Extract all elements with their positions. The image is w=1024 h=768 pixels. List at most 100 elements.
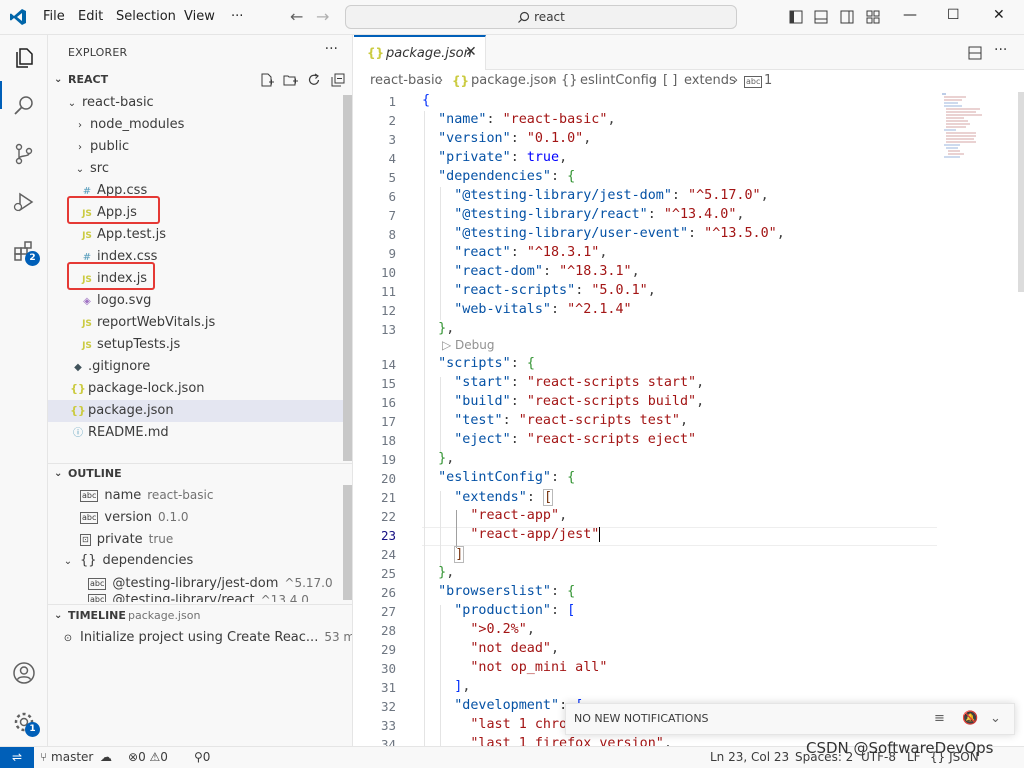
sync-icon[interactable]: ☁	[100, 747, 112, 768]
editor-tabs: {} package.json ✕ ···	[354, 35, 1024, 70]
outline-item-value: ^5.17.0	[284, 576, 333, 590]
line-number: 14	[380, 357, 396, 372]
editor-scrollbar[interactable]	[1018, 92, 1024, 292]
menu-edit[interactable]: Edit	[78, 9, 103, 24]
outline-item-jest-dom[interactable]: abc @testing-library/jest-dom ^5.17.0	[48, 572, 352, 594]
code-line: "not dead",	[470, 641, 560, 656]
command-center-search[interactable]: react	[345, 5, 737, 29]
workspace-section-header[interactable]: ⌄ REACT	[48, 69, 352, 91]
new-file-icon[interactable]	[260, 73, 274, 87]
breadcrumb-folder[interactable]: react-basic	[370, 70, 442, 92]
back-arrow-icon[interactable]: ←	[290, 7, 303, 26]
explorer-scrollbar[interactable]	[343, 95, 352, 461]
tree-file-setup-tests[interactable]: JS setupTests.js	[48, 334, 352, 356]
code-line: "private": true,	[438, 150, 568, 165]
branch-indicator[interactable]: ⑂ master	[40, 747, 93, 768]
tree-file-package-lock[interactable]: {} package-lock.json	[48, 378, 352, 400]
problems-indicator[interactable]: ⊗0 ⚠0	[128, 747, 168, 768]
tree-file-package-json[interactable]: {} package.json	[48, 400, 352, 422]
breadcrumb-file[interactable]: package.json	[471, 70, 557, 92]
timeline-title: TIMELINE	[68, 609, 126, 622]
breadcrumb-extends[interactable]: extends	[684, 70, 736, 92]
object-symbol-icon: {}	[561, 73, 578, 88]
menu-more[interactable]: ···	[231, 9, 243, 24]
line-number: 19	[380, 452, 396, 467]
refresh-icon[interactable]	[307, 73, 321, 87]
tree-file-logo-svg[interactable]: ◈ logo.svg	[48, 290, 352, 312]
line-number: 26	[380, 585, 396, 600]
ports-indicator[interactable]: ⚲0	[194, 747, 210, 768]
notification-message: NO NEW NOTIFICATIONS	[574, 712, 709, 725]
editor-more-actions[interactable]: ···	[994, 42, 1007, 58]
timeline-entry-label: Initialize project using Create Reac...	[80, 630, 319, 645]
chevron-down-icon: ⌄	[54, 468, 63, 479]
new-folder-icon[interactable]	[283, 73, 298, 87]
outline-item-testing-react[interactable]: abc @testing-library/react ^13.4.0	[48, 594, 352, 602]
split-editor-icon[interactable]	[968, 46, 982, 60]
code-editor[interactable]: 1 2 3 4 5 6 7 8 9 10 11 12 13 14 15 16 17 18 19 20 21 22 23 24 2…	[354, 92, 1024, 746]
tree-file-app-test-js[interactable]: JS App.test.js	[48, 224, 352, 246]
menu-file[interactable]: File	[43, 9, 65, 24]
toggle-secondary-sidebar-icon[interactable]	[840, 10, 854, 24]
active-indicator	[0, 81, 2, 109]
breadcrumb-eslint-config[interactable]: eslintConfig	[580, 70, 657, 92]
line-number: 15	[380, 376, 396, 391]
explorer-files-icon[interactable]	[12, 46, 36, 70]
forward-arrow-icon[interactable]: →	[316, 7, 329, 26]
error-icon: ⊗	[128, 750, 139, 764]
tree-folder-react-basic[interactable]: ⌄ react-basic	[48, 92, 352, 114]
debug-codelens[interactable]: ▷ Debug	[442, 338, 495, 352]
toggle-primary-sidebar-icon[interactable]	[789, 10, 803, 24]
run-debug-icon[interactable]	[12, 190, 36, 214]
cursor-position[interactable]: Ln 23, Col 23	[710, 747, 789, 768]
source-control-icon[interactable]	[12, 142, 36, 166]
code-line: "@testing-library/user-event": "^13.5.0"…	[454, 226, 785, 241]
code-line: },	[438, 321, 455, 336]
remote-indicator-icon[interactable]: ⇌	[0, 747, 34, 768]
tree-folder-node-modules[interactable]: › node_modules	[48, 114, 352, 136]
clear-all-notifications-icon[interactable]: ≡	[934, 711, 945, 726]
collapse-all-icon[interactable]	[331, 73, 345, 87]
accounts-icon[interactable]	[12, 661, 36, 685]
highlight-box-index-js	[67, 262, 155, 290]
explorer-more-actions[interactable]: ···	[325, 41, 338, 57]
menu-selection[interactable]: Selection	[116, 9, 176, 24]
search-view-icon[interactable]	[12, 93, 36, 117]
code-line: "web-vitals": "^2.1.4"	[454, 302, 632, 317]
tree-item-label: App.test.js	[97, 227, 167, 242]
string-symbol-icon: abc	[80, 511, 99, 524]
tree-file-report-web-vitals[interactable]: JS reportWebVitals.js	[48, 312, 352, 334]
highlight-box-app-js	[67, 196, 160, 224]
menu-view[interactable]: View	[184, 9, 215, 24]
close-window-button[interactable]: ✕	[993, 7, 1005, 23]
outline-item-version[interactable]: abc version 0.1.0	[48, 506, 352, 528]
toggle-panel-icon[interactable]	[814, 10, 828, 24]
minimap[interactable]	[940, 92, 1010, 162]
tree-file-gitignore[interactable]: ◆ .gitignore	[48, 356, 352, 378]
tree-folder-src[interactable]: ⌄ src	[48, 158, 352, 180]
customize-layout-icon[interactable]	[866, 10, 880, 24]
title-bar: File Edit Selection View ··· ← → react —…	[0, 0, 1024, 35]
outline-section-header[interactable]: ⌄ OUTLINE	[48, 463, 352, 485]
tree-folder-public[interactable]: › public	[48, 136, 352, 158]
line-number: 29	[380, 642, 396, 657]
chevron-down-icon[interactable]: ⌄	[990, 711, 1001, 726]
git-file-icon: ◆	[74, 362, 82, 373]
timeline-section-header[interactable]: ⌄ TIMELINE package.json	[48, 605, 352, 627]
close-tab-icon[interactable]: ✕	[465, 44, 477, 60]
outline-item-dependencies[interactable]: ⌄ {} dependencies	[48, 550, 352, 572]
breadcrumb-item-index[interactable]: 1	[764, 70, 772, 92]
tree-file-readme[interactable]: ⓘ README.md	[48, 422, 352, 444]
outline-item-value: true	[148, 532, 174, 546]
string-symbol-icon: abc	[744, 76, 763, 88]
code-line: },	[438, 451, 455, 466]
code-line: "scripts": {	[438, 356, 535, 371]
tab-package-json[interactable]: {} package.json ✕	[354, 35, 486, 70]
timeline-entry[interactable]: ⊙ Initialize project using Create Reac...…	[48, 626, 352, 648]
minimize-button[interactable]: —	[903, 7, 917, 23]
do-not-disturb-bell-icon[interactable]: 🔕	[962, 711, 978, 726]
outline-item-private[interactable]: ⊡ private true	[48, 528, 352, 550]
maximize-button[interactable]: ☐	[947, 7, 960, 23]
outline-scrollbar[interactable]	[343, 485, 352, 600]
outline-item-name[interactable]: abc name react-basic	[48, 484, 352, 506]
